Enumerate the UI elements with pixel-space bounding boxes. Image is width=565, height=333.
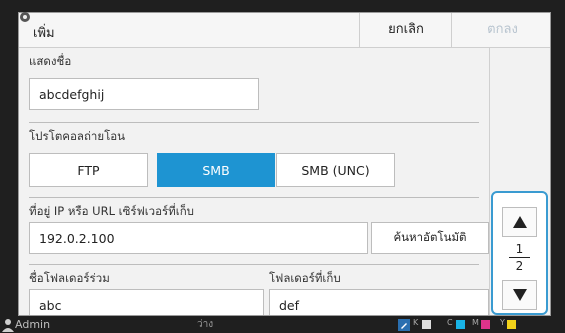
page-fraction-line <box>509 257 530 258</box>
shared-folder-field[interactable]: abc <box>29 289 264 315</box>
ink-label-k: K <box>413 318 419 327</box>
page-total: 2 <box>515 259 524 273</box>
ink-label-m: M <box>472 318 479 327</box>
server-address-label: ที่อยู่ IP หรือ URL เซิร์ฟเวอร์ที่เก็บ <box>29 204 194 218</box>
display-name-field[interactable]: abcdefghij <box>29 78 259 110</box>
scroll-down-button[interactable] <box>502 280 537 310</box>
ink-label-c: C <box>447 318 453 327</box>
page-scroller: 1 2 <box>491 191 548 315</box>
user-icon <box>2 319 14 332</box>
storage-folder-field[interactable]: def <box>269 289 489 315</box>
shared-folder-label: ชื่อโฟลเดอร์ร่วม <box>29 271 110 285</box>
triangle-down-icon <box>512 289 527 301</box>
section-divider <box>29 122 479 123</box>
status-bar: Admin ว่าง K C M Y <box>0 317 565 333</box>
ink-level-c <box>456 320 465 329</box>
section-divider <box>29 197 479 198</box>
protocol-option-ftp[interactable]: FTP <box>29 153 148 187</box>
edit-icon <box>398 319 410 331</box>
section-divider <box>29 264 479 265</box>
ink-level-y <box>507 320 516 329</box>
ink-level-k <box>422 320 431 329</box>
gear-icon <box>20 12 30 22</box>
auto-search-button[interactable]: ค้นหาอัตโนมัติ <box>371 222 489 254</box>
ok-button[interactable]: ตกลง <box>451 13 550 47</box>
add-dialog: เพิ่ม ยกเลิก ตกลง แสดงชื่อ abcdefghij โป… <box>18 12 551 316</box>
ink-label-y: Y <box>500 318 505 327</box>
dialog-title: เพิ่ม <box>33 26 55 41</box>
user-name: Admin <box>15 318 51 331</box>
scroll-up-button[interactable] <box>502 207 537 237</box>
protocol-option-smb-unc[interactable]: SMB (UNC) <box>276 153 395 187</box>
display-name-label: แสดงชื่อ <box>29 54 72 68</box>
page-current: 1 <box>515 242 524 256</box>
protocol-option-smb[interactable]: SMB <box>157 153 275 187</box>
cancel-button[interactable]: ยกเลิก <box>359 13 452 47</box>
protocol-label: โปรโตคอลถ่ายโอน <box>29 129 126 143</box>
triangle-up-icon <box>512 216 527 228</box>
server-address-field[interactable]: 192.0.2.100 <box>29 222 368 254</box>
storage-folder-label: โฟลเดอร์ที่เก็บ <box>269 271 341 285</box>
dialog-header: เพิ่ม ยกเลิก ตกลง <box>19 13 550 48</box>
ink-level-m <box>481 320 490 329</box>
machine-status: ว่าง <box>197 319 214 330</box>
form-content: แสดงชื่อ abcdefghij โปรโตคอลถ่ายโอน FTP … <box>19 48 489 315</box>
